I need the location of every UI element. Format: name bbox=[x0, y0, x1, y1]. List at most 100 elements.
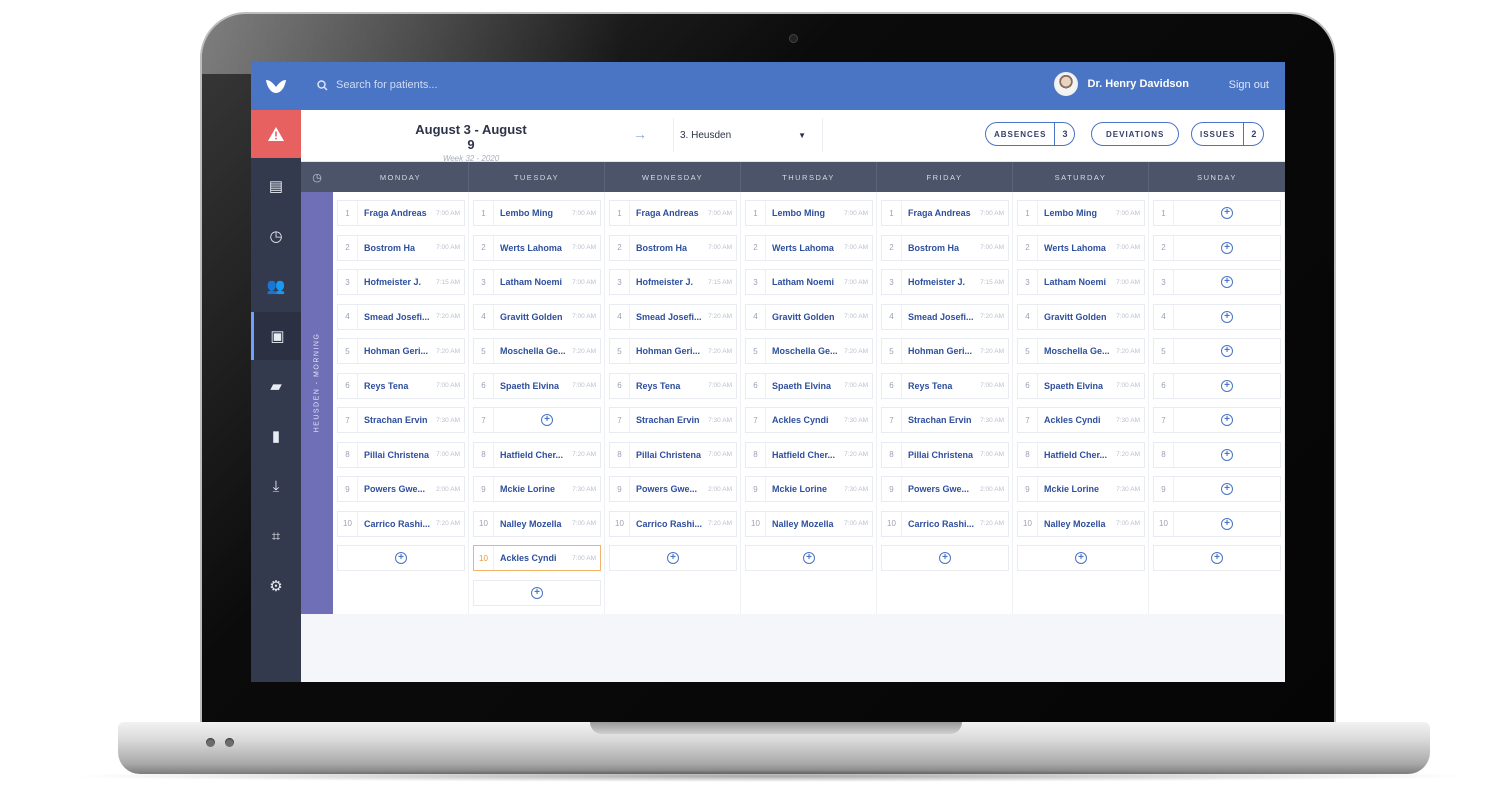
add-appointment-button[interactable]: + bbox=[1153, 545, 1281, 571]
appointment-slot[interactable]: 5 Hohman Geri... 7:20 AM bbox=[881, 338, 1009, 364]
appointment-slot[interactable]: 3 Hofmeister J. 7:15 AM bbox=[337, 269, 465, 295]
patient-name[interactable]: Hofmeister J. bbox=[630, 277, 708, 287]
appointment-slot[interactable]: 6 Reys Tena 7:00 AM bbox=[609, 372, 737, 399]
document-icon[interactable]: ▮ bbox=[251, 412, 301, 460]
patient-name[interactable]: Strachan Ervin bbox=[358, 415, 436, 425]
appointment-slot[interactable]: 10 Nalley Mozella 7:00 AM bbox=[745, 510, 873, 537]
patient-name[interactable]: Fraga Andreas bbox=[630, 208, 708, 218]
appointment-slot[interactable]: 2 Werts Lahoma 7:00 AM bbox=[473, 234, 601, 261]
appointment-slot[interactable]: 5 Moschella Ge... 7:20 AM bbox=[745, 338, 873, 364]
patient-name[interactable]: Smead Josefi... bbox=[358, 312, 436, 322]
patient-name[interactable]: Carrico Rashi... bbox=[902, 519, 980, 529]
id-card-icon[interactable]: ▤ bbox=[251, 162, 301, 210]
appointment-slot[interactable]: 6 Spaeth Elvina 7:00 AM bbox=[745, 372, 873, 399]
appointment-slot[interactable]: 8 Pillai Christena 7:00 AM bbox=[881, 441, 1009, 468]
patient-name[interactable]: Powers Gwe... bbox=[358, 484, 436, 494]
patient-name[interactable]: Fraga Andreas bbox=[358, 208, 436, 218]
patient-name[interactable]: Lembo Ming bbox=[494, 208, 572, 218]
appointment-slot[interactable]: 4 Gravitt Golden 7:00 AM bbox=[473, 303, 601, 330]
patient-name[interactable]: Reys Tena bbox=[358, 381, 436, 391]
patient-name[interactable]: Ackles Cyndi bbox=[766, 415, 844, 425]
appointment-slot[interactable]: 8 Hatfield Cher... 7:20 AM bbox=[745, 441, 873, 468]
appointment-slot[interactable]: 1 Lembo Ming 7:00 AM bbox=[473, 200, 601, 226]
patient-name[interactable]: Hatfield Cher... bbox=[1038, 450, 1116, 460]
appointment-slot[interactable]: 8 Hatfield Cher... 7:20 AM bbox=[1017, 441, 1145, 468]
patient-name[interactable]: Ackles Cyndi bbox=[1038, 415, 1116, 425]
add-appointment-button[interactable]: + bbox=[1174, 276, 1280, 288]
add-appointment-button[interactable]: + bbox=[494, 414, 600, 426]
patient-name[interactable]: Bostrom Ha bbox=[902, 243, 980, 253]
appointment-slot[interactable]: 4 Gravitt Golden 7:00 AM bbox=[745, 303, 873, 330]
appointment-slot[interactable]: 6 Spaeth Elvina 7:00 AM bbox=[1017, 372, 1145, 399]
search-bar[interactable]: Search for patients... bbox=[317, 79, 438, 91]
patient-name[interactable]: Werts Lahoma bbox=[766, 243, 844, 253]
appointment-slot[interactable]: 3 Hofmeister J. 7:15 AM bbox=[881, 269, 1009, 295]
add-appointment-button[interactable]: + bbox=[1174, 414, 1280, 426]
appointment-slot[interactable]: 4 Gravitt Golden 7:00 AM bbox=[1017, 303, 1145, 330]
patient-name[interactable]: Spaeth Elvina bbox=[494, 381, 572, 391]
appointment-slot[interactable]: 7 Ackles Cyndi 7:30 AM bbox=[745, 407, 873, 433]
appointment-slot[interactable]: 9 Powers Gwe... 2:00 AM bbox=[881, 476, 1009, 502]
appointment-slot[interactable]: 8 Pillai Christena 7:00 AM bbox=[609, 441, 737, 468]
patient-name[interactable]: Bostrom Ha bbox=[358, 243, 436, 253]
patient-name[interactable]: Carrico Rashi... bbox=[630, 519, 708, 529]
appointment-slot[interactable]: 6 + bbox=[1153, 372, 1281, 399]
patient-name[interactable]: Pillai Christena bbox=[902, 450, 980, 460]
appointment-slot[interactable]: 2 Werts Lahoma 7:00 AM bbox=[1017, 234, 1145, 261]
search-input[interactable]: Search for patients... bbox=[336, 79, 438, 91]
appointment-slot[interactable]: 2 Werts Lahoma 7:00 AM bbox=[745, 234, 873, 261]
patient-name[interactable]: Strachan Ervin bbox=[902, 415, 980, 425]
add-appointment-button[interactable]: + bbox=[337, 545, 465, 571]
sign-out-link[interactable]: Sign out bbox=[1229, 79, 1269, 91]
patient-name[interactable]: Hofmeister J. bbox=[902, 277, 980, 287]
appointment-slot[interactable]: 5 Moschella Ge... 7:20 AM bbox=[473, 338, 601, 364]
add-appointment-button[interactable]: + bbox=[1174, 483, 1280, 495]
appointment-slot[interactable]: 3 Latham Noemi 7:00 AM bbox=[745, 269, 873, 295]
appointment-slot[interactable]: 8 Pillai Christena 7:00 AM bbox=[337, 441, 465, 468]
appointment-slot[interactable]: 7 Strachan Ervin 7:30 AM bbox=[337, 407, 465, 433]
puzzle-icon[interactable]: ⌗ bbox=[251, 512, 301, 560]
add-appointment-button[interactable]: + bbox=[1174, 241, 1280, 254]
patient-name[interactable]: Gravitt Golden bbox=[494, 312, 572, 322]
appointment-slot[interactable]: 6 Reys Tena 7:00 AM bbox=[337, 372, 465, 399]
add-appointment-button[interactable]: + bbox=[1174, 345, 1280, 357]
patient-name[interactable]: Latham Noemi bbox=[1038, 277, 1116, 287]
appointment-slot[interactable]: 7 + bbox=[473, 407, 601, 433]
appointment-slot[interactable]: 3 + bbox=[1153, 269, 1281, 295]
add-appointment-button[interactable]: + bbox=[1017, 545, 1145, 571]
patient-name[interactable]: Powers Gwe... bbox=[902, 484, 980, 494]
add-appointment-button[interactable]: + bbox=[1174, 448, 1280, 461]
patient-name[interactable]: Spaeth Elvina bbox=[1038, 381, 1116, 391]
appointment-slot[interactable]: 4 Smead Josefi... 7:20 AM bbox=[337, 303, 465, 330]
appointment-slot[interactable]: 3 Latham Noemi 7:00 AM bbox=[1017, 269, 1145, 295]
appointment-slot[interactable]: 2 + bbox=[1153, 234, 1281, 261]
deviations-button[interactable]: DEVIATIONS bbox=[1091, 122, 1180, 146]
add-appointment-button[interactable]: + bbox=[1174, 517, 1280, 530]
appointment-slot[interactable]: 4 Smead Josefi... 7:20 AM bbox=[609, 303, 737, 330]
patient-name[interactable]: Mckie Lorine bbox=[766, 484, 844, 494]
patient-name[interactable]: Moschella Ge... bbox=[494, 346, 572, 356]
patient-name[interactable]: Gravitt Golden bbox=[1038, 312, 1116, 322]
patient-name[interactable]: Reys Tena bbox=[902, 381, 980, 391]
patient-name[interactable]: Hofmeister J. bbox=[358, 277, 436, 287]
appointment-slot[interactable]: 10 + bbox=[1153, 510, 1281, 537]
appointment-slot[interactable]: 4 Smead Josefi... 7:20 AM bbox=[881, 303, 1009, 330]
absences-button[interactable]: ABSENCES 3 bbox=[985, 122, 1076, 146]
clock-icon[interactable]: ◷ bbox=[251, 212, 301, 260]
patient-name[interactable]: Fraga Andreas bbox=[902, 208, 980, 218]
settings-icon[interactable]: ⚙ bbox=[251, 562, 301, 610]
patient-name[interactable]: Mckie Lorine bbox=[1038, 484, 1116, 494]
patient-name[interactable]: Gravitt Golden bbox=[766, 312, 844, 322]
patient-name[interactable]: Werts Lahoma bbox=[494, 243, 572, 253]
patient-name[interactable]: Lembo Ming bbox=[1038, 208, 1116, 218]
appointment-slot[interactable]: 10 Carrico Rashi... 7:20 AM bbox=[881, 510, 1009, 537]
appointment-slot[interactable]: 2 Bostrom Ha 7:00 AM bbox=[337, 234, 465, 261]
add-appointment-button[interactable]: + bbox=[1174, 310, 1280, 323]
patient-name[interactable]: Hohman Geri... bbox=[902, 346, 980, 356]
appointment-slot[interactable]: 8 Hatfield Cher... 7:20 AM bbox=[473, 441, 601, 468]
add-appointment-button[interactable]: + bbox=[1174, 379, 1280, 392]
patient-name[interactable]: Ackles Cyndi bbox=[494, 553, 572, 563]
appointment-slot[interactable]: 7 + bbox=[1153, 407, 1281, 433]
appointment-slot[interactable]: 1 Fraga Andreas 7:00 AM bbox=[337, 200, 465, 226]
patient-name[interactable]: Reys Tena bbox=[630, 381, 708, 391]
